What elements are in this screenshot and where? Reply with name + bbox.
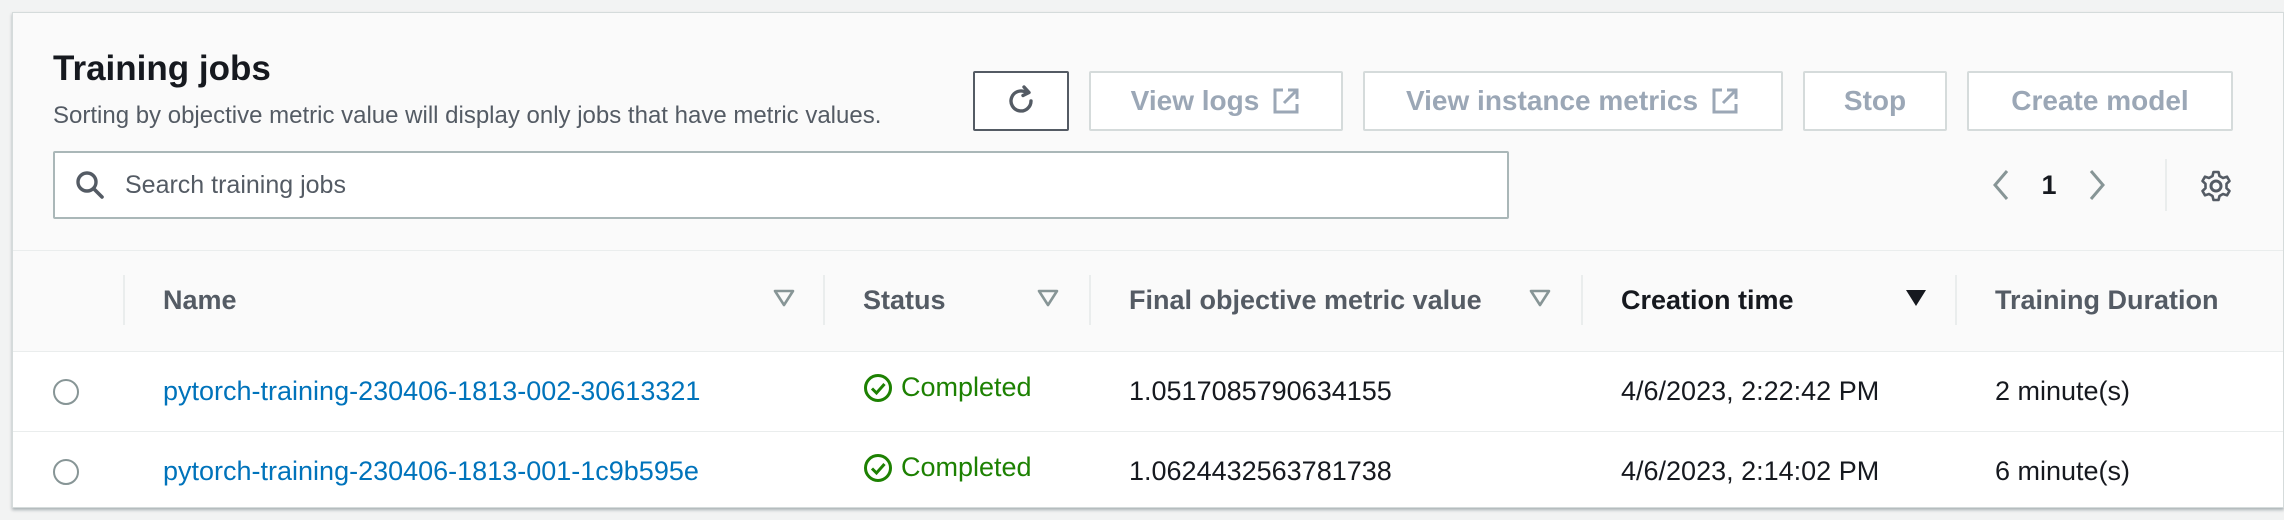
refresh-icon xyxy=(1009,85,1033,113)
row-radio[interactable] xyxy=(53,379,79,406)
metric-cell: 1.0624432563781738 xyxy=(1089,431,1581,507)
column-label: Creation time xyxy=(1621,285,1794,316)
view-logs-button[interactable]: View logs xyxy=(1089,71,1343,131)
sort-icon xyxy=(1037,289,1059,307)
table-header-row: Name Status Final objective metric value xyxy=(13,251,2283,352)
creation-time-cell: 4/6/2023, 2:14:02 PM xyxy=(1581,431,1955,507)
column-header-status[interactable]: Status xyxy=(823,251,1089,352)
sort-descending-icon xyxy=(1906,290,1926,306)
next-page-button[interactable] xyxy=(2069,168,2125,202)
name-cell: pytorch-training-230406-1813-001-1c9b595… xyxy=(123,431,823,507)
column-label: Training Duration xyxy=(1995,285,2219,316)
duration-cell: 6 minute(s) xyxy=(1955,431,2283,507)
status-cell: Completed xyxy=(823,351,1089,432)
column-divider xyxy=(123,275,125,325)
page-title: Training jobs xyxy=(53,49,271,88)
chevron-left-icon xyxy=(1993,170,2009,200)
job-link[interactable]: pytorch-training-230406-1813-002-3061332… xyxy=(163,376,700,406)
training-jobs-table: Name Status Final objective metric value xyxy=(13,251,2283,507)
column-header-training-duration[interactable]: Training Duration xyxy=(1955,251,2283,352)
column-divider xyxy=(1089,275,1091,325)
column-divider xyxy=(1581,275,1583,325)
gear-icon xyxy=(2201,170,2231,202)
job-link[interactable]: pytorch-training-230406-1813-001-1c9b595… xyxy=(163,456,699,486)
column-header-name[interactable]: Name xyxy=(123,251,823,352)
column-header-final-metric[interactable]: Final objective metric value xyxy=(1089,251,1581,352)
panel-header: Training jobs Sorting by objective metri… xyxy=(13,13,2283,251)
training-jobs-panel: Training jobs Sorting by objective metri… xyxy=(12,12,2284,508)
settings-button[interactable] xyxy=(2199,169,2233,208)
search-input[interactable] xyxy=(125,153,1507,217)
creation-time-cell: 4/6/2023, 2:22:42 PM xyxy=(1581,351,1955,432)
metric-cell: 1.0517085790634155 xyxy=(1089,351,1581,432)
check-circle-icon xyxy=(864,373,892,402)
column-divider xyxy=(1955,275,1957,325)
pagination: 1 xyxy=(1973,159,2125,211)
view-instance-metrics-label: View instance metrics xyxy=(1405,85,1699,116)
row-select-cell xyxy=(13,351,123,432)
status-text: Completed xyxy=(901,452,1032,483)
external-link-icon xyxy=(1712,88,1738,114)
table-row[interactable]: pytorch-training-230406-1813-001-1c9b595… xyxy=(13,431,2283,507)
search-icon xyxy=(55,169,125,201)
stop-button[interactable]: Stop xyxy=(1803,71,1947,131)
search-box xyxy=(53,151,1509,219)
status-text: Completed xyxy=(901,372,1032,403)
status-cell: Completed xyxy=(823,431,1089,507)
column-label: Final objective metric value xyxy=(1129,285,1482,316)
duration-cell: 2 minute(s) xyxy=(1955,351,2283,432)
sort-icon xyxy=(1529,289,1551,307)
view-logs-label: View logs xyxy=(1130,85,1260,116)
view-instance-metrics-button[interactable]: View instance metrics xyxy=(1363,71,1783,131)
column-label: Status xyxy=(863,285,946,316)
previous-page-button[interactable] xyxy=(1973,168,2029,202)
column-label: Name xyxy=(163,285,237,316)
table-row[interactable]: pytorch-training-230406-1813-002-3061332… xyxy=(13,351,2283,432)
row-radio[interactable] xyxy=(53,459,79,486)
chevron-right-icon xyxy=(2089,170,2105,200)
select-column-header xyxy=(13,251,123,352)
page-subtitle: Sorting by objective metric value will d… xyxy=(53,102,882,129)
status-badge: Completed xyxy=(863,372,1032,403)
create-model-button[interactable]: Create model xyxy=(1967,71,2233,131)
sort-icon xyxy=(773,289,795,307)
current-page[interactable]: 1 xyxy=(2029,170,2069,201)
row-select-cell xyxy=(13,431,123,507)
refresh-button[interactable] xyxy=(973,71,1069,131)
column-header-creation-time[interactable]: Creation time xyxy=(1581,251,1955,352)
pager-divider xyxy=(2165,159,2167,211)
check-circle-icon xyxy=(864,453,892,482)
name-cell: pytorch-training-230406-1813-002-3061332… xyxy=(123,351,823,432)
status-badge: Completed xyxy=(863,452,1032,483)
external-link-icon xyxy=(1273,88,1299,114)
column-divider xyxy=(823,275,825,325)
